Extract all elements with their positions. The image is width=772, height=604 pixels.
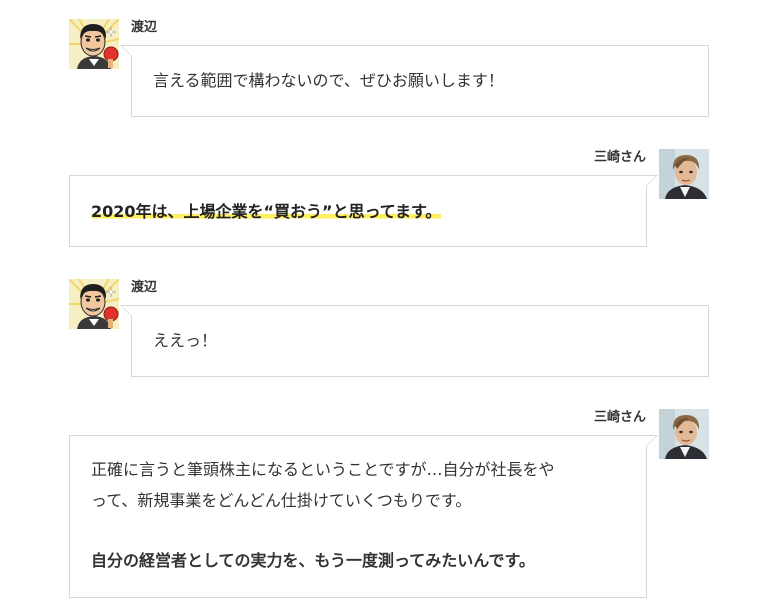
avatar-watanabe xyxy=(69,19,119,69)
message-bubble: 正確に言うと筆頭株主になるということですが…自分が社長をや って、新規事業をどん… xyxy=(69,435,658,598)
avatar-misaki xyxy=(659,149,709,199)
message-text-line-1: 正確に言うと筆頭株主になるということですが…自分が社長をや xyxy=(91,460,555,479)
man-photo-icon xyxy=(659,149,709,199)
message-text: 言える範囲で構わないので、ぜひお願いします！ xyxy=(153,71,504,90)
message-bubble: 言える範囲で構わないので、ぜひお願いします！ xyxy=(120,45,709,117)
man-photo-icon xyxy=(659,409,709,459)
bubble-tail xyxy=(646,435,658,447)
bubble-tail xyxy=(120,45,132,57)
bubble-tail xyxy=(646,175,658,187)
speaker-name: 渡辺 xyxy=(131,280,158,295)
cartoon-man-illustration-icon xyxy=(69,19,119,69)
cartoon-man-illustration-icon xyxy=(69,279,119,329)
message-text: 2020年は、上場企業を“買おう”と思ってます。 xyxy=(91,197,626,227)
avatar-misaki xyxy=(659,409,709,459)
avatar-watanabe xyxy=(69,279,119,329)
message-bubble: 2020年は、上場企業を“買おう”と思ってます。 xyxy=(69,175,658,247)
message-text-line-2: って、新規事業をどんどん仕掛けていくつもりです。 xyxy=(91,491,472,510)
message-bold-text: 自分の経営者としての実力を、もう一度測ってみたいんです。 xyxy=(91,551,535,570)
bubble-tail xyxy=(120,305,132,317)
highlighted-text: 2020年は、上場企業を“買おう”と思ってます。 xyxy=(91,202,442,221)
message-bubble: ええっ！ xyxy=(120,305,709,377)
speaker-name: 三崎さん xyxy=(593,150,646,165)
message-text: ええっ！ xyxy=(153,331,218,350)
speaker-name: 三崎さん xyxy=(593,410,646,425)
speaker-name: 渡辺 xyxy=(131,20,158,35)
